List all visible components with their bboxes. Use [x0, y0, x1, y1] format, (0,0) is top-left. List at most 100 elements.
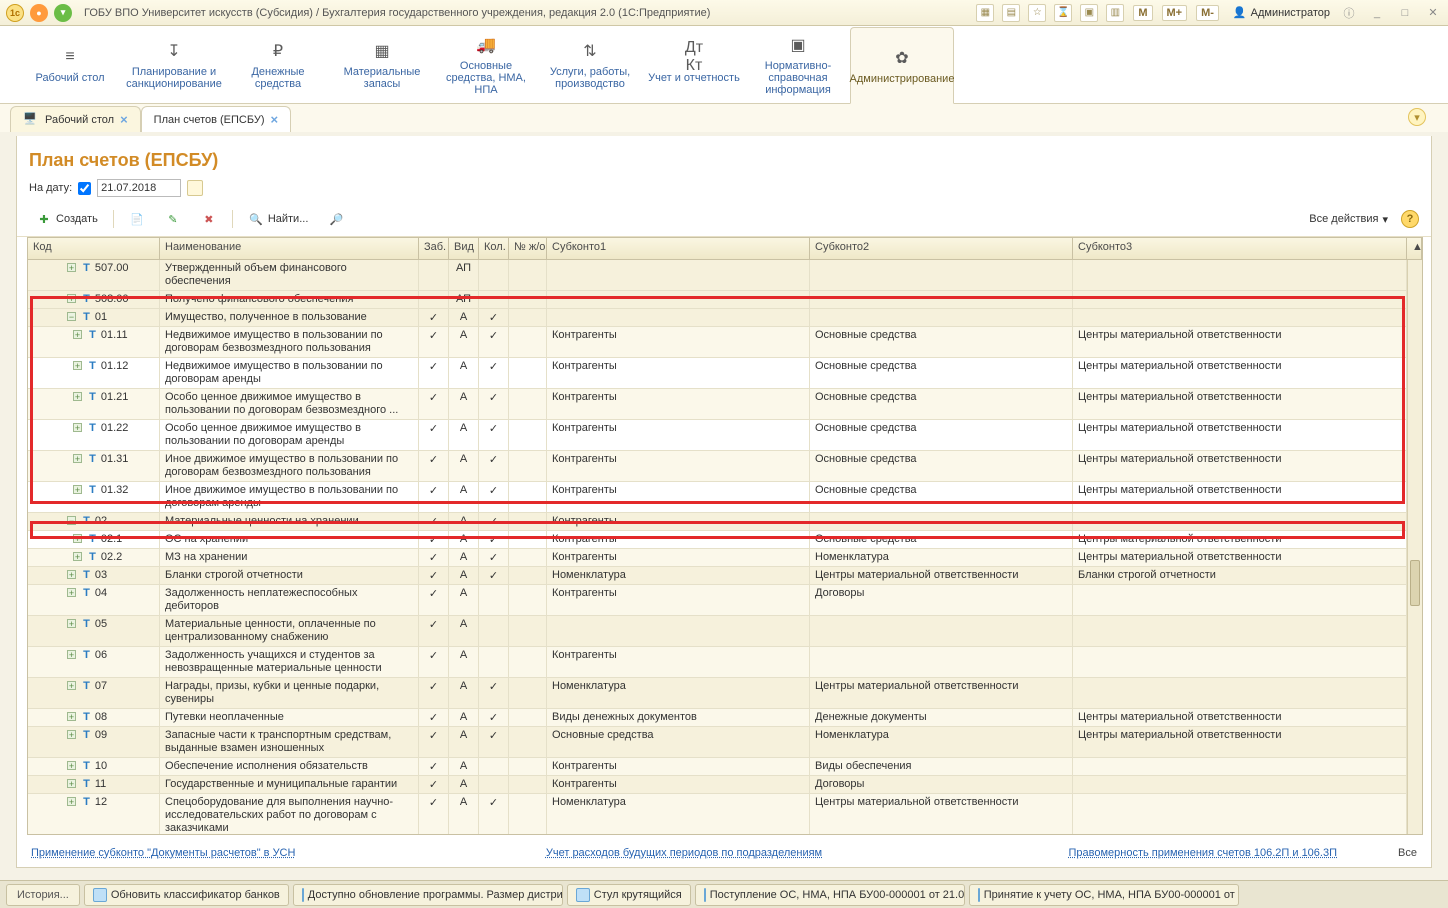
clear-search-button[interactable]: 🔎 [321, 208, 351, 230]
expand-icon[interactable]: + [67, 294, 76, 303]
expand-icon[interactable]: + [67, 588, 76, 597]
minimize-icon[interactable]: _ [1368, 4, 1386, 22]
nav-tab[interactable]: Дт КтУчет и отчетность [642, 26, 746, 103]
expand-icon[interactable]: + [73, 485, 82, 494]
nav-tab[interactable]: ≡Рабочий стол [18, 26, 122, 103]
expand-icon[interactable]: + [67, 797, 76, 806]
link-future-expenses[interactable]: Учет расходов будущих периодов по подраз… [480, 847, 889, 859]
calendar-icon[interactable] [187, 180, 203, 196]
expand-icon[interactable]: + [73, 534, 82, 543]
statusbar-item[interactable]: Принятие к учету ОС, НМА, НПА БУ00-00000… [969, 884, 1239, 906]
table-row[interactable]: + Т 03Бланки строгой отчетности✓А✓Номенк… [28, 567, 1407, 585]
nav-tab[interactable]: ↧Планирование и санкционирование [122, 26, 226, 103]
statusbar-item[interactable]: Стул крутящийся [567, 884, 691, 906]
expand-icon[interactable]: + [67, 263, 76, 272]
expand-icon[interactable]: + [73, 361, 82, 370]
delete-button[interactable]: ✖ [194, 208, 224, 230]
toolbar-icon[interactable]: ☆ [1028, 4, 1046, 22]
col-vid[interactable]: Вид [449, 238, 479, 259]
document-tab[interactable]: 🖥️Рабочий стол× [10, 106, 141, 132]
table-row[interactable]: + Т 10Обеспечение исполнения обязательст… [28, 758, 1407, 776]
table-row[interactable]: + Т 04Задолженность неплатежеспособных д… [28, 585, 1407, 616]
scrollbar-thumb[interactable] [1410, 560, 1420, 606]
table-row[interactable]: + Т 12Спецоборудование для выполнения на… [28, 794, 1407, 834]
expand-icon[interactable]: − [67, 312, 76, 321]
expand-icon[interactable]: + [73, 454, 82, 463]
link-usn[interactable]: Применение субконто "Документы расчетов"… [31, 847, 440, 859]
toolbar-icon[interactable]: ⌛ [1054, 4, 1072, 22]
col-zab[interactable]: Заб. [419, 238, 449, 259]
nav-tab[interactable]: ⇅Услуги, работы, производство [538, 26, 642, 103]
table-row[interactable]: + Т 01.21Особо ценное движимое имущество… [28, 389, 1407, 420]
col-kol[interactable]: Кол. [479, 238, 509, 259]
tab-close-icon[interactable]: × [271, 112, 279, 127]
statusbar-item[interactable]: Обновить классификатор банков [84, 884, 289, 906]
history-button[interactable]: История... [6, 884, 80, 906]
help-icon[interactable]: ? [1401, 210, 1419, 228]
expand-icon[interactable]: + [73, 330, 82, 339]
table-row[interactable]: − Т 02Материальные ценности на хранении✓… [28, 513, 1407, 531]
mminus-button[interactable]: M- [1196, 5, 1219, 21]
date-input[interactable] [97, 179, 181, 197]
table-row[interactable]: + Т 08Путевки неоплаченные✓А✓Виды денежн… [28, 709, 1407, 727]
table-row[interactable]: + Т 508.00Получено финансового обеспечен… [28, 291, 1407, 309]
col-noj[interactable]: № ж/о [509, 238, 547, 259]
toolbar-icon[interactable]: ▥ [1106, 4, 1124, 22]
col-s3[interactable]: Субконто3 [1073, 238, 1407, 259]
nav-tab[interactable]: ▦Материальные запасы [330, 26, 434, 103]
table-row[interactable]: + Т 11Государственные и муниципальные га… [28, 776, 1407, 794]
toolbar-icon[interactable]: ▣ [1080, 4, 1098, 22]
expand-icon[interactable]: + [67, 761, 76, 770]
vertical-scrollbar[interactable] [1407, 260, 1422, 834]
window-button-1[interactable]: ● [30, 4, 48, 22]
table-row[interactable]: + Т 01.31Иное движимое имущество в польз… [28, 451, 1407, 482]
table-row[interactable]: + Т 01.11Недвижимое имущество в пользова… [28, 327, 1407, 358]
grid-body[interactable]: + Т 507.00Утвержденный объем финансового… [28, 260, 1407, 834]
col-code[interactable]: Код [28, 238, 160, 259]
document-tab[interactable]: План счетов (ЕПСБУ)× [141, 106, 291, 132]
statusbar-item[interactable]: Доступно обновление программы. Размер ди… [293, 884, 563, 906]
copy-button[interactable]: 📄 [122, 208, 152, 230]
link-all[interactable]: Все [1377, 847, 1417, 859]
expand-icon[interactable]: + [73, 423, 82, 432]
create-button[interactable]: ✚Создать [29, 208, 105, 230]
table-row[interactable]: + Т 01.12Недвижимое имущество в пользова… [28, 358, 1407, 389]
table-row[interactable]: + Т 01.22Особо ценное движимое имущество… [28, 420, 1407, 451]
statusbar-item[interactable]: Поступление ОС, НМА, НПА БУ00-000001 от … [695, 884, 965, 906]
tab-close-icon[interactable]: × [120, 112, 128, 127]
expand-icon[interactable]: + [73, 552, 82, 561]
find-button[interactable]: 🔍Найти... [241, 208, 316, 230]
table-row[interactable]: + Т 06Задолженность учащихся и студентов… [28, 647, 1407, 678]
expand-icon[interactable]: + [67, 712, 76, 721]
close-icon[interactable]: ✕ [1424, 4, 1442, 22]
expand-icon[interactable]: + [67, 619, 76, 628]
toolbar-icon[interactable]: ▦ [976, 4, 994, 22]
toolbar-icon[interactable]: ▤ [1002, 4, 1020, 22]
nav-tab[interactable]: 🚚Основные средства, НМА, НПА [434, 26, 538, 103]
col-name[interactable]: Наименование [160, 238, 419, 259]
expand-icon[interactable]: + [67, 650, 76, 659]
maximize-icon[interactable]: □ [1396, 4, 1414, 22]
table-row[interactable]: + Т 02.2МЗ на хранении✓А✓КонтрагентыНоме… [28, 549, 1407, 567]
expand-icon[interactable]: + [67, 779, 76, 788]
expand-icon[interactable]: + [67, 730, 76, 739]
table-row[interactable]: + Т 07Награды, призы, кубки и ценные под… [28, 678, 1407, 709]
table-row[interactable]: + Т 05Материальные ценности, оплаченные … [28, 616, 1407, 647]
nav-tab[interactable]: ✿Администрирование [850, 27, 954, 104]
table-row[interactable]: + Т 507.00Утвержденный объем финансового… [28, 260, 1407, 291]
window-button-2[interactable]: ▾ [54, 4, 72, 22]
mplus-button[interactable]: M+ [1162, 5, 1188, 21]
nav-tab[interactable]: ₽Денежные средства [226, 26, 330, 103]
expand-icon[interactable]: + [67, 681, 76, 690]
date-enabled-checkbox[interactable] [78, 182, 91, 195]
info-icon[interactable]: ⓘ [1340, 4, 1358, 22]
edit-button[interactable]: ✎ [158, 208, 188, 230]
table-row[interactable]: − Т 01Имущество, полученное в пользовани… [28, 309, 1407, 327]
table-row[interactable]: + Т 01.32Иное движимое имущество в польз… [28, 482, 1407, 513]
all-actions-button[interactable]: Все действия ▾ [1302, 208, 1395, 230]
expand-icon[interactable]: − [67, 516, 76, 525]
nav-tab[interactable]: ▣Нормативно-справочная информация [746, 26, 850, 103]
expand-icon[interactable]: + [73, 392, 82, 401]
expand-icon[interactable]: + [67, 570, 76, 579]
tabs-menu-icon[interactable]: ▾ [1408, 108, 1426, 126]
